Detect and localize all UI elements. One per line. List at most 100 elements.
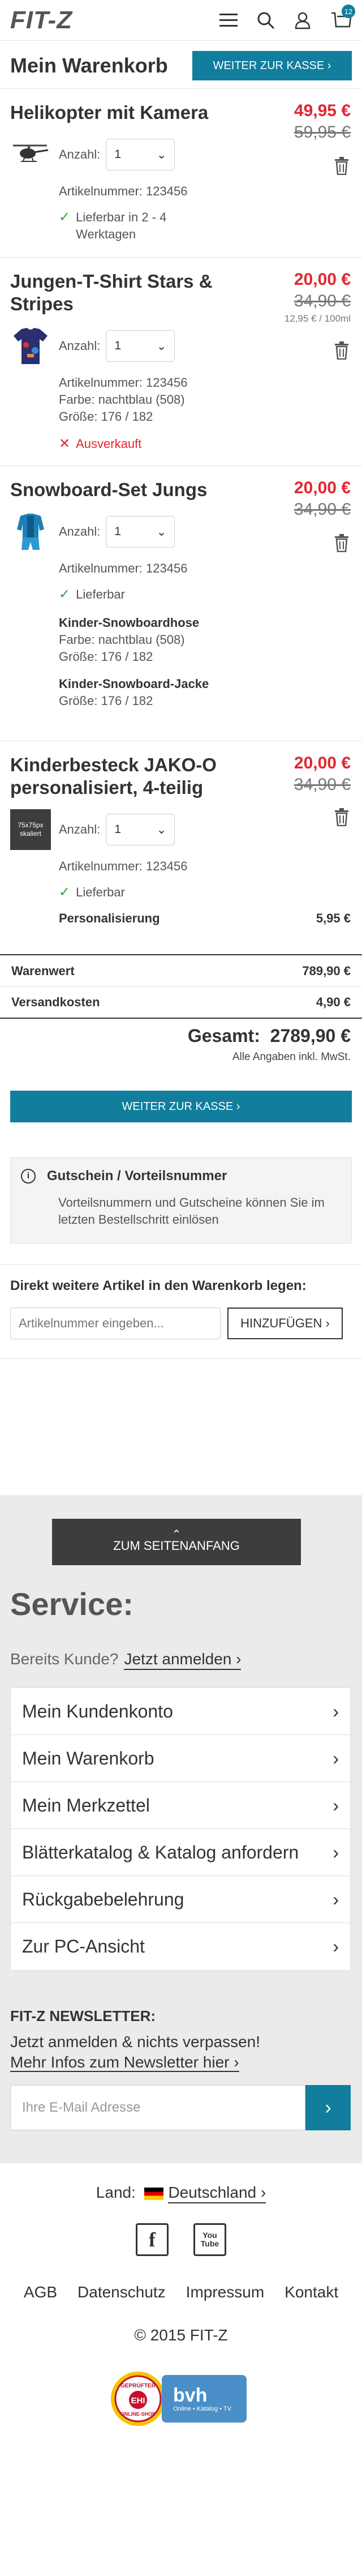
chevron-down-icon: ⌄ — [156, 339, 167, 353]
item-price: 49,95 € — [294, 101, 351, 120]
service-item-kundenkonto[interactable]: Mein Kundenkonto › — [11, 1688, 350, 1735]
item-old-price: 34,90 € — [294, 775, 351, 794]
article-number: Artikelnummer: 123456 — [59, 375, 188, 390]
item-details: Artikelnummer: 123456 ✓ Lieferbar — [10, 858, 352, 901]
trash-icon[interactable] — [334, 808, 350, 829]
facebook-icon[interactable]: f — [136, 2223, 169, 2256]
product-image-placeholder[interactable]: 75x75px skaliert — [10, 809, 51, 850]
trash-icon[interactable] — [334, 341, 350, 362]
summary: Warenwert 789,90 € Versandkosten 4,90 € Ge… — [0, 954, 362, 1063]
service-item-merkzettel[interactable]: Mein Merkzettel › — [11, 1782, 350, 1829]
product-image-tshirt[interactable] — [10, 326, 51, 366]
link-datenschutz[interactable]: Datenschutz — [77, 2283, 166, 2301]
item-name[interactable]: Helikopter mit Kamera — [10, 101, 236, 124]
item-details: Artikelnummer: 123456 Farbe: nachtblau (… — [10, 374, 352, 452]
quantity-select[interactable]: 1 ⌄ — [106, 139, 175, 170]
copyright: © 2015 FIT-Z — [134, 2326, 228, 2344]
article-number-input[interactable] — [10, 1308, 221, 1339]
item-name[interactable]: Jungen-T-Shirt Stars & Stripes — [10, 270, 236, 315]
component-title-text: Kinder-Snowboard-Jacke — [59, 677, 209, 691]
quantity-value: 1 — [114, 339, 122, 352]
checkout-button-top[interactable]: WEITER ZUR KASSE › — [192, 51, 352, 80]
item-price: 20,00 € — [294, 479, 351, 497]
search-icon[interactable] — [257, 11, 275, 29]
quantity-label: Anzahl: — [59, 147, 101, 161]
add-button[interactable]: HINZUFÜGEN › — [227, 1308, 343, 1339]
chevron-right-icon: › — [333, 1748, 339, 1768]
personalization-label: Personalisierung — [59, 911, 160, 925]
direct-add-section: Direkt weitere Artikel in den Warenkorb … — [0, 1264, 362, 1359]
component-title: Kinder-Snowboard-Jacke — [59, 676, 352, 693]
availability-text: Lieferbar — [76, 885, 125, 899]
total-label: Gesamt: — [187, 1026, 260, 1046]
menu-icon[interactable] — [219, 12, 238, 28]
item-name[interactable]: Kinderbesteck JAKO-O personalisiert, 4-t… — [10, 754, 236, 799]
youtube-icon[interactable]: You Tube — [193, 2223, 226, 2256]
service-item-pc-ansicht[interactable]: Zur PC-Ansicht › — [11, 1923, 350, 1970]
quantity-select[interactable]: 1 ⌄ — [106, 330, 175, 362]
newsletter-submit-button[interactable]: › — [305, 2085, 351, 2130]
logo[interactable]: FIT-Z — [10, 6, 72, 35]
item-prices: 20,00 € 34,90 € — [294, 479, 351, 519]
ehi-text-bottom: ONLINE-SHOP — [120, 2411, 156, 2417]
quantity-select[interactable]: 1 ⌄ — [106, 516, 175, 548]
page-title: Mein Warenkorb — [10, 54, 168, 77]
quantity-select[interactable]: 1 ⌄ — [106, 814, 175, 845]
service-item-label: Mein Warenkorb — [22, 1748, 154, 1768]
component-color: Farbe: nachtblau (508) — [59, 633, 185, 647]
service-item-label: Blätterkatalog & Katalog anfordern — [22, 1842, 299, 1862]
quantity-label: Anzahl: — [59, 524, 101, 539]
item-old-price: 34,90 € — [294, 500, 351, 519]
trash-icon[interactable] — [334, 534, 350, 555]
link-kontakt[interactable]: Kontakt — [285, 2283, 338, 2301]
article-number: Artikelnummer: 123456 — [59, 561, 188, 575]
user-icon[interactable] — [294, 11, 311, 29]
newsletter-link[interactable]: Mehr Infos zum Newsletter hier › — [10, 2053, 239, 2072]
login-link[interactable]: Jetzt anmelden › — [124, 1650, 242, 1670]
total-line: Gesamt: 2789,90 € — [11, 1026, 351, 1046]
quantity-value: 1 — [114, 823, 122, 836]
link-agb[interactable]: AGB — [24, 2283, 57, 2301]
component-size: Größe: 176 / 182 — [59, 650, 153, 664]
checkout-button-bottom[interactable]: WEITER ZUR KASSE › — [10, 1091, 352, 1122]
back-to-top-button[interactable]: ⌃ ZUM SEITENANFANG — [52, 1519, 301, 1565]
voucher-text: Vorteilsnummern und Gutscheine können Si… — [58, 1195, 325, 1227]
country-label: Land: — [96, 2184, 136, 2201]
quantity-value: 1 — [114, 525, 122, 538]
component-title: Kinder-Snowboardhose — [59, 614, 352, 631]
back-to-top-label: ZUM SEITENANFANG — [113, 1539, 240, 1553]
newsletter-text: Jetzt anmelden & nichts verpassen! — [10, 2033, 261, 2050]
email-input[interactable]: Ihre E-Mail Adresse — [10, 2085, 305, 2130]
newsletter-title: FIT-Z NEWSLETTER: — [10, 2007, 156, 2024]
cart-item: Helikopter mit Kamera 49,95 € 59,95 € An… — [0, 89, 362, 258]
quantity-value: 1 — [114, 148, 122, 161]
ehi-seal-icon[interactable]: GEPRÜFTER EHI ONLINE-SHOP — [110, 2370, 166, 2427]
country-selector: Land: Deutschland › — [0, 2184, 362, 2203]
set-component: Kinder-Snowboard-Jacke Größe: 176 / 182 — [59, 676, 352, 710]
cart-item: Jungen-T-Shirt Stars & Stripes 20,00 € 3… — [0, 258, 362, 466]
link-impressum[interactable]: Impressum — [186, 2283, 264, 2301]
service-item-katalog[interactable]: Blätterkatalog & Katalog anfordern › — [11, 1829, 350, 1876]
service-item-label: Mein Kundenkonto — [22, 1701, 173, 1721]
availability-text: Lieferbar — [76, 587, 125, 601]
item-details: Artikelnummer: 123456 ✓ Lieferbar in 2 - … — [10, 183, 352, 243]
item-name[interactable]: Snowboard-Set Jungs — [10, 479, 236, 501]
set-component: Kinder-Snowboardhose Farbe: nachtblau (5… — [59, 614, 352, 665]
service-item-warenkorb[interactable]: Mein Warenkorb › — [11, 1735, 350, 1782]
item-price: 20,00 € — [294, 270, 351, 289]
versand-label: Versandkosten — [11, 995, 100, 1009]
personalization-price: 5,95 € — [316, 911, 351, 925]
availability-text: Ausverkauft — [76, 437, 142, 451]
bvh-badge[interactable]: bvh Online • Katalog • TV — [162, 2375, 247, 2423]
item-price: 20,00 € — [294, 754, 351, 772]
product-image-helicopter[interactable] — [10, 134, 51, 175]
country-link[interactable]: Deutschland › — [168, 2184, 266, 2203]
trust-badges: GEPRÜFTER EHI ONLINE-SHOP bvh Online • K… — [110, 2367, 252, 2430]
item-size: Größe: 176 / 182 — [59, 409, 153, 424]
item-color: Farbe: nachtblau (508) — [59, 392, 185, 407]
product-image-snowboard-set[interactable] — [10, 511, 51, 552]
chevron-right-icon: › — [333, 1795, 339, 1815]
service-item-rueckgabe[interactable]: Rückgabebelehrung › — [11, 1876, 350, 1923]
item-old-price: 34,90 € — [294, 292, 351, 310]
trash-icon[interactable] — [334, 157, 350, 178]
